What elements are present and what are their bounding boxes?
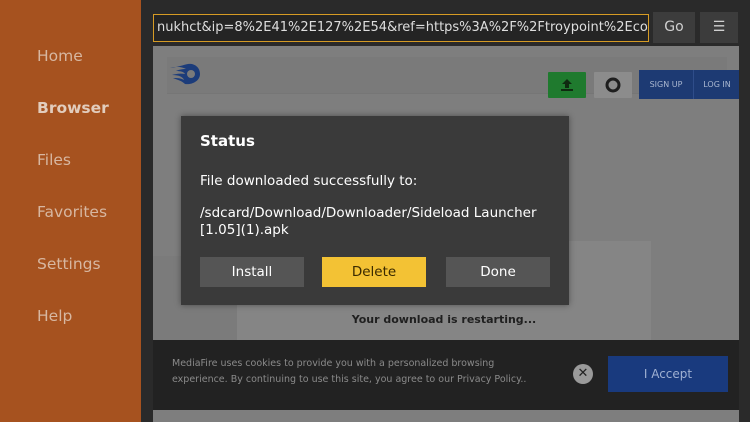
sidebar-item-files[interactable]: Files	[37, 151, 71, 169]
mediafire-logo-icon[interactable]	[167, 59, 203, 89]
go-button[interactable]: Go	[653, 12, 695, 43]
url-input[interactable]: nukhct&ip=8%2E41%2E127%2E54&ref=https%3A…	[153, 14, 649, 42]
status-dialog: Status File downloaded successfully to: …	[181, 116, 569, 305]
lifebuoy-icon	[605, 77, 621, 93]
sidebar-item-help[interactable]: Help	[37, 307, 72, 325]
download-restarting-text: Your download is restarting...	[351, 313, 537, 326]
login-button[interactable]: LOG IN	[693, 70, 739, 99]
help-button[interactable]	[594, 72, 632, 98]
sidebar-item-home[interactable]: Home	[37, 47, 83, 65]
mediafire-header: SIGN UP LOG IN	[167, 57, 739, 99]
dialog-title: Status	[200, 132, 255, 150]
hamburger-menu-icon[interactable]: ☰	[700, 12, 738, 43]
install-button[interactable]: Install	[200, 257, 304, 287]
download-path: /sdcard/Download/Downloader/Sideload Lau…	[200, 205, 537, 238]
upload-button[interactable]	[548, 72, 586, 98]
sidebar-item-browser[interactable]: Browser	[37, 99, 109, 117]
close-icon[interactable]: ✕	[573, 364, 593, 384]
dialog-message: File downloaded successfully to:	[200, 173, 418, 189]
sidebar: Home Browser Files Favorites Settings He…	[0, 0, 141, 422]
sidebar-item-favorites[interactable]: Favorites	[37, 203, 107, 221]
signup-button[interactable]: SIGN UP	[639, 70, 693, 99]
sidebar-item-settings[interactable]: Settings	[37, 255, 101, 273]
upload-icon	[561, 79, 573, 91]
cookie-banner: MediaFire uses cookies to provide you wi…	[153, 340, 739, 410]
accept-cookies-button[interactable]: I Accept	[608, 356, 728, 392]
cookie-text: MediaFire uses cookies to provide you wi…	[172, 358, 527, 385]
done-button[interactable]: Done	[446, 257, 550, 287]
delete-button[interactable]: Delete	[322, 257, 426, 287]
